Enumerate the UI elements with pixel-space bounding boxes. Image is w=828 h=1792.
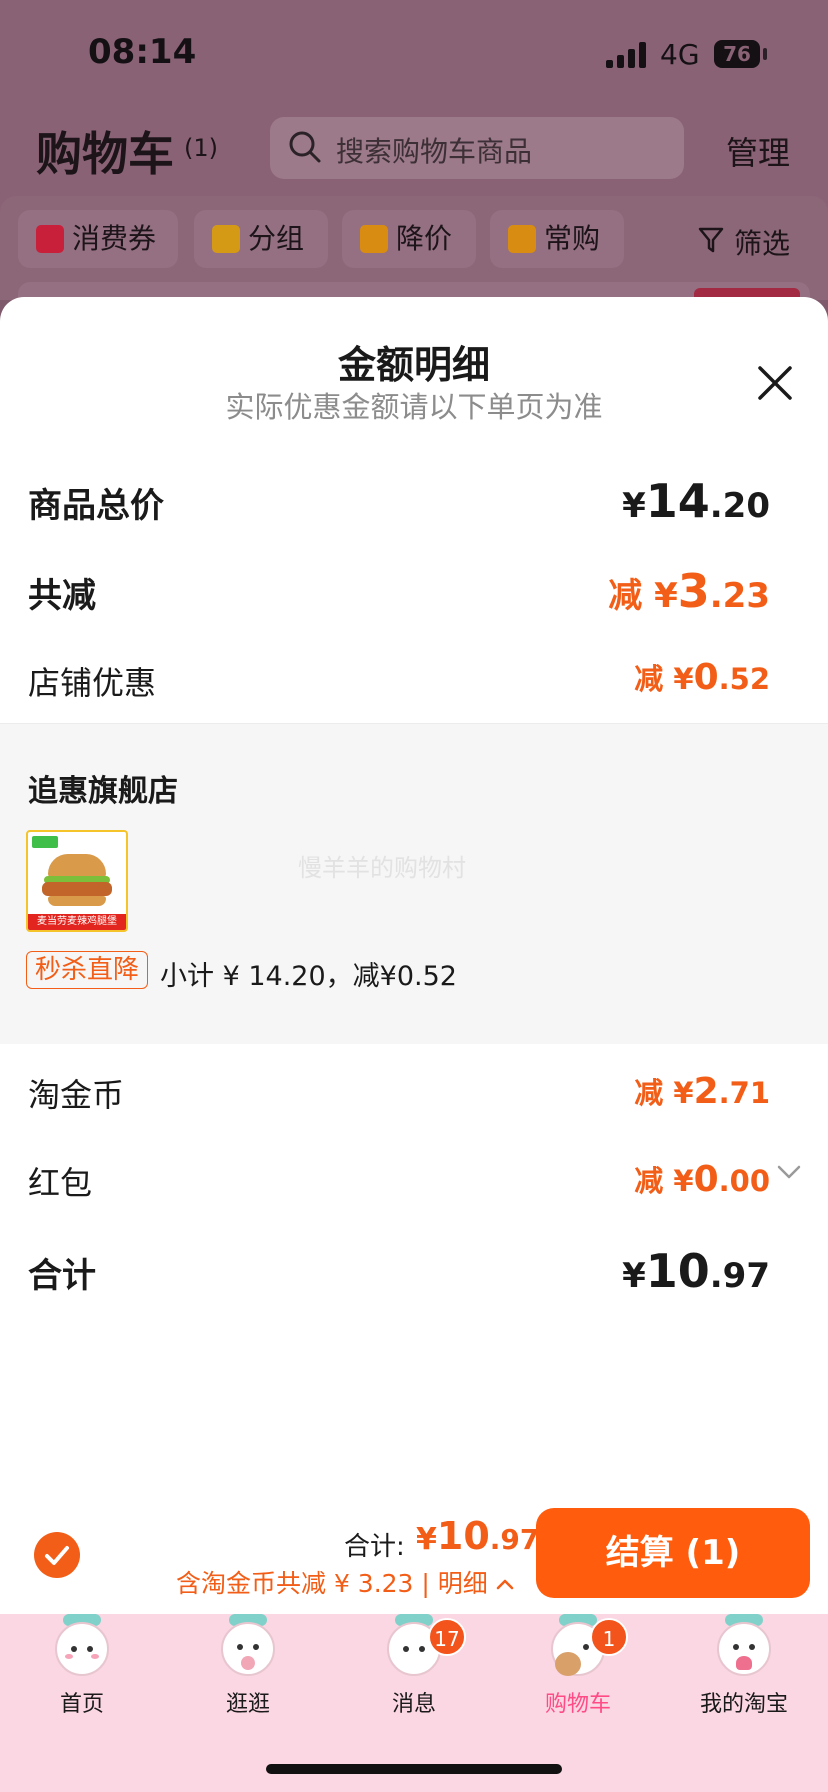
tab-cart[interactable]: 1 购物车 [508, 1612, 648, 1722]
search-icon [289, 131, 321, 163]
coupon-chip[interactable]: 消费券 [18, 210, 178, 268]
messages-badge: 17 [428, 1618, 466, 1656]
tab-cart-label: 购物车 [544, 1692, 611, 1717]
store-discount-label: 店铺优惠 [28, 664, 157, 702]
manage-button[interactable]: 管理 [726, 128, 790, 174]
grand-total-label: 合计 [28, 1256, 96, 1296]
store-subtotal: 小计 ¥ 14.20，减¥0.52 [160, 961, 457, 992]
bunny-icon [211, 1612, 285, 1682]
tab-my-taobao[interactable]: 我的淘宝 [674, 1612, 814, 1722]
watermark-text: 慢羊羊的购物村 [298, 854, 466, 882]
discount-detail-link[interactable]: 含淘金币共减 ¥ 3.23 | 明细 [176, 1564, 514, 1600]
sheet-subtitle: 实际优惠金额请以下单页为准 [225, 390, 603, 424]
folder-icon [212, 225, 240, 253]
select-all-checkbox[interactable] [34, 1532, 80, 1578]
taojin-label: 淘金币 [28, 1076, 125, 1114]
signal-icon [606, 42, 650, 68]
hongbao-value[interactable]: 减 ¥0.00 [634, 1158, 770, 1200]
tab-messages-label: 消息 [391, 1692, 436, 1717]
goods-total-label: 商品总价 [28, 486, 164, 526]
total-reduction-value: 减 ¥3.23 [608, 564, 770, 618]
taojin-value: 减 ¥2.71 [634, 1071, 770, 1112]
checkout-total-value: ¥10.97 [416, 1514, 540, 1558]
battery-tip [763, 48, 767, 60]
cart-icon [508, 225, 536, 253]
frequent-chip[interactable]: 常购 [490, 210, 624, 268]
home-indicator [266, 1764, 562, 1774]
filter-button[interactable]: 筛选 [734, 222, 790, 262]
tab-my-taobao-label: 我的淘宝 [699, 1692, 788, 1717]
cart-title: 购物车 [36, 127, 174, 181]
grand-total-value: ¥10.97 [622, 1244, 770, 1298]
search-placeholder: 搜索购物车商品 [336, 135, 533, 168]
frequent-chip-label: 常购 [544, 222, 601, 255]
close-icon[interactable] [754, 362, 796, 404]
checkout-total-label: 合计: [344, 1532, 405, 1562]
price-drop-chip-label: 降价 [396, 222, 453, 255]
coupon-chip-label: 消费券 [72, 222, 157, 255]
burger-patty [42, 882, 112, 896]
battery-icon: 76 [714, 40, 760, 68]
coupon-icon [36, 225, 64, 253]
hongbao-label: 红包 [28, 1164, 93, 1202]
price-drop-icon [360, 225, 388, 253]
price-drop-chip[interactable]: 降价 [342, 210, 476, 268]
chevron-up-icon [496, 1579, 513, 1590]
group-chip[interactable]: 分组 [194, 210, 328, 268]
bunny-icon [45, 1612, 119, 1682]
sheet-title: 金额明细 [337, 343, 490, 387]
tab-home[interactable]: 首页 [12, 1612, 152, 1722]
seckill-tag: 秒杀直降 [26, 951, 149, 989]
bunny-icon [707, 1612, 781, 1682]
store-name: 追惠旗舰店 [28, 774, 178, 809]
cart-badge: 1 [590, 1618, 628, 1656]
tab-explore[interactable]: 逛逛 [178, 1612, 318, 1722]
tab-explore-label: 逛逛 [225, 1692, 270, 1717]
tab-messages[interactable]: 17 消息 [344, 1612, 484, 1722]
check-icon [45, 1546, 69, 1565]
network-label: 4G [660, 38, 700, 71]
product-image-caption: 麦当劳麦辣鸡腿堡 [28, 914, 126, 930]
goods-total-value: ¥14.20 [622, 474, 770, 528]
store-discount-value: 减 ¥0.52 [634, 657, 770, 698]
cart-count: (1) [184, 134, 218, 162]
tab-home-label: 首页 [59, 1692, 104, 1717]
checkout-button[interactable]: 结算 (1) [536, 1508, 810, 1598]
burger-bun-bottom [48, 896, 106, 906]
product-thumbnail[interactable]: 麦当劳麦辣鸡腿堡 [26, 830, 128, 932]
brand-tag [32, 836, 58, 848]
filter-icon [698, 227, 724, 253]
total-reduction-label: 共减 [28, 576, 96, 616]
chevron-down-icon[interactable] [776, 1164, 802, 1182]
group-chip-label: 分组 [248, 222, 305, 255]
burger-bun-top [48, 854, 106, 878]
discount-note: 含淘金币共减 ¥ 3.23 | 明细 [176, 1569, 488, 1598]
status-time: 08:14 [88, 32, 197, 72]
